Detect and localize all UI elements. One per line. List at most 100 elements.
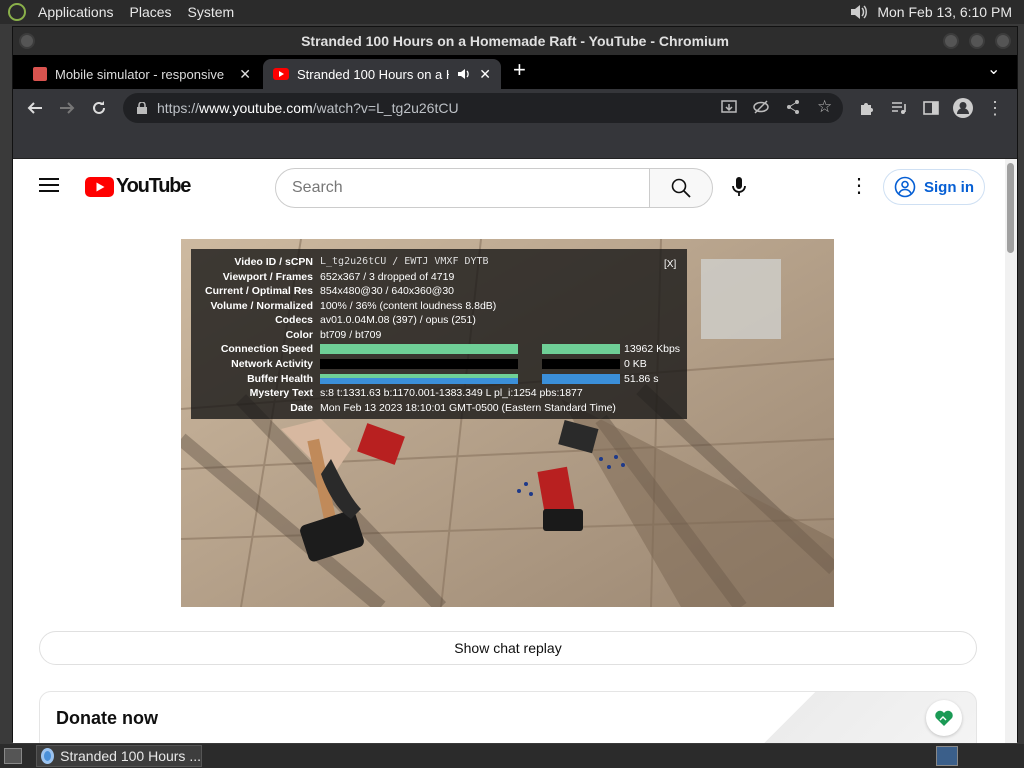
eye-slash-icon[interactable]	[753, 99, 769, 118]
url-domain: www.youtube.com	[199, 100, 313, 116]
youtube-header: YouTube Search ⋮ Sign in	[13, 159, 1005, 215]
show-desktop-icon[interactable]	[4, 748, 22, 764]
tab-title: Mobile simulator - responsive	[55, 66, 225, 82]
close-tab-icon[interactable]: ✕	[479, 66, 491, 83]
audio-playing-icon[interactable]	[457, 68, 471, 80]
stat-value: 854x480@30 / 640x360@30	[320, 285, 455, 297]
install-app-icon[interactable]	[721, 99, 737, 118]
youtube-wordmark: YouTube	[116, 175, 191, 197]
hamburger-menu-icon[interactable]	[39, 177, 59, 198]
minimize-button[interactable]	[943, 33, 959, 49]
window-menu-button[interactable]	[19, 33, 35, 49]
sign-in-button[interactable]: Sign in	[883, 169, 985, 205]
share-icon[interactable]	[785, 99, 801, 118]
url-path: /watch?v=L_tg2u26tCU	[312, 100, 459, 116]
stat-label: Current / Optimal Res	[205, 285, 313, 297]
new-tab-button[interactable]: +	[513, 57, 526, 83]
youtube-play-logo-icon	[85, 176, 114, 197]
youtube-logo[interactable]: YouTube	[85, 175, 191, 198]
stat-value: Mon Feb 13 2023 18:10:01 GMT-0500 (Easte…	[320, 401, 616, 414]
volume-icon[interactable]	[849, 3, 869, 21]
forward-button[interactable]	[53, 94, 81, 122]
scrollbar-thumb[interactable]	[1007, 163, 1014, 253]
stat-label: Codecs	[275, 314, 313, 326]
tab-title: Stranded 100 Hours on a H	[297, 66, 450, 82]
stat-label: Mystery Text	[249, 387, 313, 399]
extensions-puzzle-icon[interactable]	[853, 94, 881, 122]
account-circle-icon	[894, 176, 916, 198]
bottom-panel: Stranded 100 Hours ...	[0, 744, 1024, 768]
chromium-icon	[41, 748, 55, 764]
buffer-health-meter	[542, 374, 620, 384]
address-bar[interactable]: https://www.youtube.com/watch?v=L_tg2u26…	[123, 93, 843, 123]
page-content: YouTube Search ⋮ Sign in [X] Video ID / …	[13, 159, 1017, 743]
stat-label: Date	[290, 401, 313, 414]
stat-value: 51.86 s	[624, 373, 659, 385]
stat-label: Volume / Normalized	[210, 299, 314, 312]
network-activity-meter	[542, 359, 620, 369]
tab-strip: Mobile simulator - responsive ✕ Stranded…	[13, 55, 1017, 89]
clock[interactable]: Mon Feb 13, 6:10 PM	[877, 4, 1012, 20]
menu-places[interactable]: Places	[122, 0, 180, 24]
stat-value: av01.0.04M.08 (397) / opus (251)	[320, 314, 476, 326]
donate-heart-icon[interactable]	[926, 700, 962, 736]
network-activity-graph	[320, 359, 518, 369]
stat-value: 652x367 / 3 dropped of 4719	[320, 270, 455, 283]
connection-speed-meter	[542, 344, 620, 354]
window-title: Stranded 100 Hours on a Homemade Raft - …	[301, 33, 729, 49]
stat-value: s:8 t:1331.63 b:1170.001-1383.349 L pl_i…	[320, 387, 583, 399]
show-chat-replay-button[interactable]: Show chat replay	[39, 631, 977, 665]
window-titlebar[interactable]: Stranded 100 Hours on a Homemade Raft - …	[13, 27, 1017, 55]
lock-icon[interactable]	[137, 102, 147, 114]
bookmark-star-icon[interactable]: ☆	[817, 97, 832, 117]
search-button[interactable]	[649, 168, 713, 208]
stats-for-nerds-panel: [X] Video ID / sCPN L_tg2u26tCU / EWTJ VM…	[191, 249, 687, 419]
top-panel: Applications Places System Mon Feb 13, 6…	[0, 0, 1024, 24]
voice-search-button[interactable]	[731, 177, 747, 202]
close-window-button[interactable]	[995, 33, 1011, 49]
profile-avatar-icon[interactable]	[949, 94, 977, 122]
video-player[interactable]: [X] Video ID / sCPN L_tg2u26tCU / EWTJ VM…	[181, 239, 834, 607]
bookmark-bar	[13, 127, 1017, 159]
buffer-health-graph	[320, 374, 518, 384]
reload-button[interactable]	[85, 94, 113, 122]
maximize-button[interactable]	[969, 33, 985, 49]
tab-mobile-simulator[interactable]: Mobile simulator - responsive ✕	[23, 59, 261, 89]
stat-value: 100% / 36% (content loudness 8.8dB)	[320, 299, 497, 312]
close-tab-icon[interactable]: ✕	[239, 66, 251, 83]
search-icon	[671, 178, 691, 198]
tab-youtube[interactable]: Stranded 100 Hours on a H ✕	[263, 59, 501, 89]
settings-menu-icon[interactable]: ⋮	[849, 173, 869, 198]
simulator-favicon-icon	[33, 67, 47, 81]
distro-logo-icon[interactable]	[8, 3, 26, 21]
taskbar-window-title: Stranded 100 Hours ...	[60, 748, 201, 764]
url-text[interactable]: https://www.youtube.com/watch?v=L_tg2u26…	[157, 100, 459, 116]
donate-title: Donate now	[56, 708, 158, 728]
donate-card: Donate now	[39, 691, 977, 743]
stat-label: Color	[285, 328, 313, 341]
connection-speed-graph	[320, 344, 518, 354]
media-controls-icon[interactable]	[885, 94, 913, 122]
back-button[interactable]	[21, 94, 49, 122]
stat-label: Network Activity	[231, 358, 313, 370]
sign-in-label: Sign in	[924, 178, 974, 196]
browser-toolbar: https://www.youtube.com/watch?v=L_tg2u26…	[13, 89, 1017, 127]
menu-applications[interactable]: Applications	[30, 0, 122, 24]
workspace-switcher-icon[interactable]	[936, 746, 958, 766]
browser-menu-icon[interactable]: ⋮	[981, 94, 1009, 122]
stat-value: bt709 / bt709	[320, 328, 382, 341]
menu-system[interactable]: System	[180, 0, 243, 24]
page-scrollbar[interactable]	[1005, 159, 1017, 743]
stat-label: Video ID / sCPN	[234, 256, 313, 268]
search-input[interactable]: Search	[275, 168, 651, 208]
tab-search-chevron-icon[interactable]: ⌄	[987, 59, 1000, 79]
stat-value: 0 KB	[624, 358, 647, 370]
taskbar-window-button[interactable]: Stranded 100 Hours ...	[36, 745, 202, 767]
stat-label: Viewport / Frames	[222, 270, 313, 283]
stat-label: Buffer Health	[247, 373, 313, 385]
side-panel-icon[interactable]	[917, 94, 945, 122]
youtube-favicon-icon	[273, 68, 289, 80]
browser-window: Stranded 100 Hours on a Homemade Raft - …	[12, 26, 1018, 743]
microphone-icon	[732, 177, 746, 196]
stat-value[interactable]: L_tg2u26tCU / EWTJ VMXF DYTB	[320, 255, 489, 269]
